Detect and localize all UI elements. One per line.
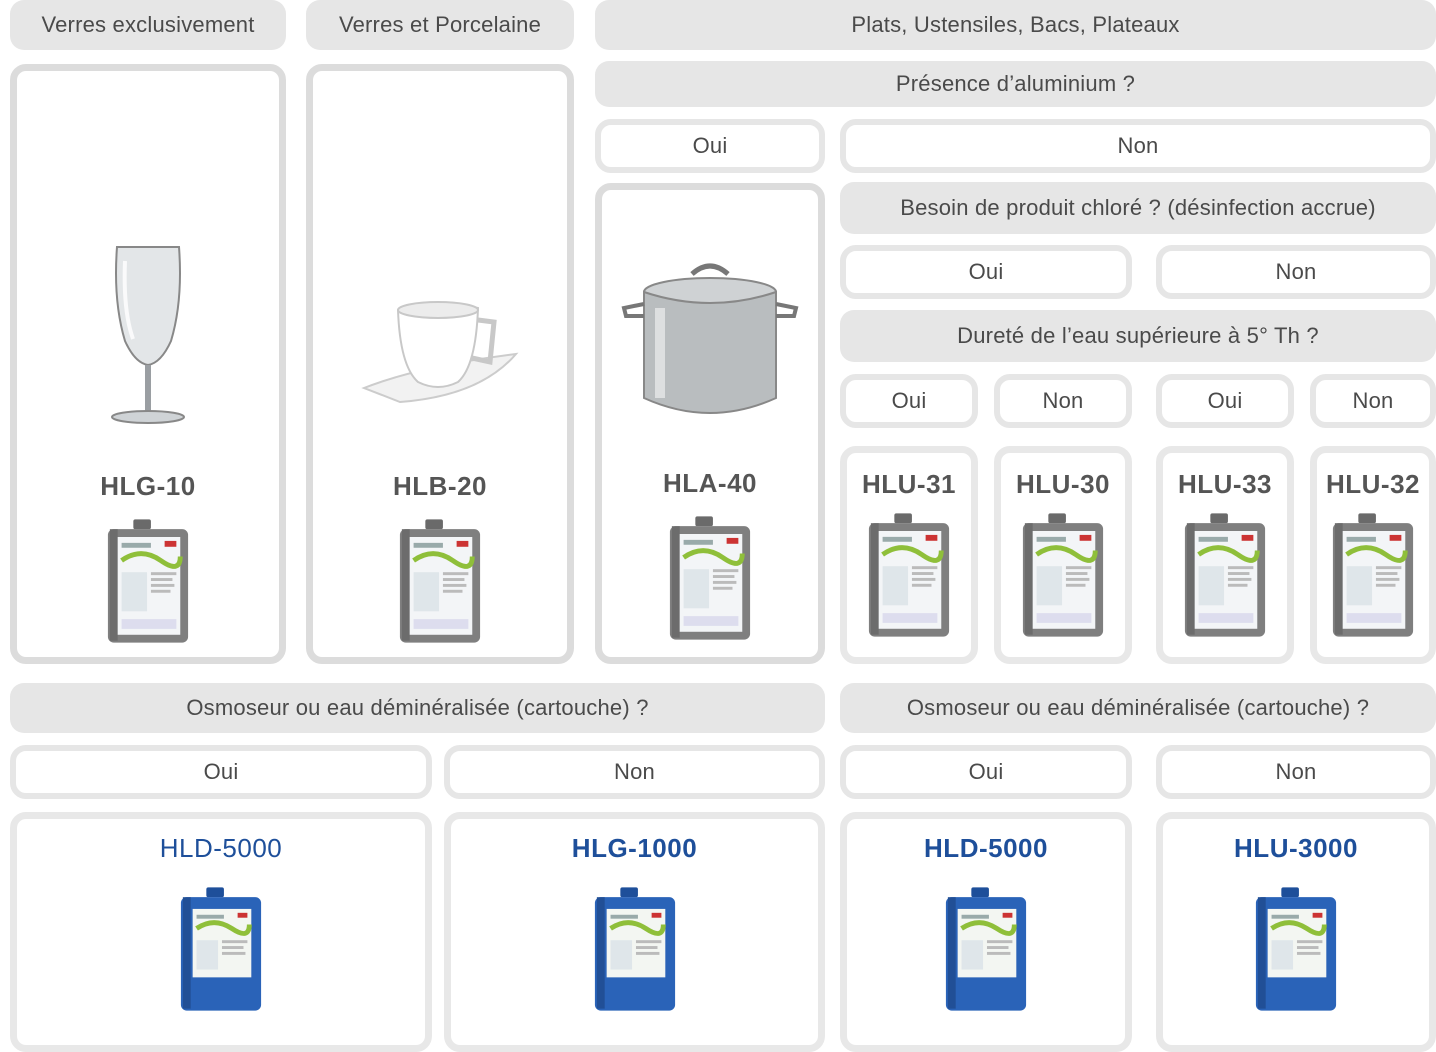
product-code: HLD-5000	[924, 833, 1048, 863]
product-code: HLG-10	[100, 471, 196, 501]
canister-icon	[666, 514, 754, 642]
canister-icon	[104, 517, 192, 645]
product-panel-hlb20: HLB-20	[306, 64, 574, 664]
answer-label: Non	[1352, 388, 1394, 413]
product-panel-hlu30: HLU-30	[994, 446, 1132, 664]
category-label: Verres exclusivement	[41, 12, 255, 37]
product-code: HLU-31	[861, 469, 956, 499]
category-glass-only: Verres exclusivement	[10, 0, 286, 50]
answer-label: Oui	[891, 388, 927, 413]
product-code: HLA-40	[662, 468, 757, 498]
question-osmosis-right: Osmoseur ou eau déminéralisée (cartouche…	[840, 683, 1436, 733]
category-glass-porcelain: Verres et Porcelaine	[306, 0, 574, 50]
product-code: HLG-1000	[571, 833, 698, 863]
answer-hardness-yes-2: Oui	[1156, 374, 1294, 428]
product-panel-hlu33: HLU-33	[1156, 446, 1294, 664]
question-label: Osmoseur ou eau déminéralisée (cartouche…	[186, 695, 649, 720]
question-hardness: Dureté de l’eau supérieure à 5° Th ?	[840, 310, 1436, 362]
answer-hardness-no-2: Non	[1310, 374, 1436, 428]
product-code: HLU-32	[1325, 469, 1420, 499]
canister-icon	[396, 517, 484, 645]
category-label: Verres et Porcelaine	[338, 12, 542, 37]
product-code: HLB-20	[392, 471, 487, 501]
product-panel-hld5000-right: HLD-5000	[840, 812, 1132, 1052]
question-aluminium: Présence d’aluminium ?	[595, 61, 1436, 107]
canister-icon	[177, 883, 265, 1015]
answer-label: Non	[1275, 259, 1317, 284]
product-code: HLU-33	[1177, 469, 1272, 499]
product-code: HLU-3000	[1234, 833, 1358, 863]
product-panel-hlu3000: HLU-3000	[1156, 812, 1436, 1052]
wine-glass-icon	[111, 246, 185, 424]
answer-aluminium-yes: Oui	[595, 119, 825, 173]
question-osmosis-left: Osmoseur ou eau déminéralisée (cartouche…	[10, 683, 825, 733]
product-code: HLD-5000	[159, 833, 283, 863]
answer-osmosis-yes-left: Oui	[10, 745, 432, 799]
canister-icon	[1181, 511, 1269, 639]
product-panel-hlu31: HLU-31	[840, 446, 978, 664]
answer-label: Non	[614, 759, 655, 784]
canister-icon	[1019, 511, 1107, 639]
stock-pot-icon	[621, 263, 799, 414]
product-panel-hld5000-left: HLD-5000	[10, 812, 432, 1052]
category-dishes: Plats, Ustensiles, Bacs, Plateaux	[595, 0, 1436, 50]
question-label: Besoin de produit chloré ? (désinfection…	[900, 195, 1376, 220]
coffee-cup-icon	[361, 301, 519, 404]
product-code: HLU-30	[1015, 469, 1110, 499]
answer-label: Oui	[203, 759, 239, 784]
question-label: Présence d’aluminium ?	[895, 71, 1136, 96]
answer-hardness-no-1: Non	[994, 374, 1132, 428]
answer-label: Oui	[692, 133, 728, 158]
answer-label: Oui	[1207, 388, 1243, 413]
question-label: Osmoseur ou eau déminéralisée (cartouche…	[906, 695, 1370, 720]
question-chlorine: Besoin de produit chloré ? (désinfection…	[840, 182, 1436, 234]
canister-icon	[1252, 883, 1340, 1015]
answer-hardness-yes-1: Oui	[840, 374, 978, 428]
question-label: Dureté de l’eau supérieure à 5° Th ?	[957, 323, 1319, 348]
canister-icon	[1329, 511, 1417, 639]
answer-label: Non	[1117, 133, 1159, 158]
answer-osmosis-no-right: Non	[1156, 745, 1436, 799]
product-panel-hla40: HLA-40	[595, 183, 825, 664]
canister-icon	[942, 883, 1030, 1015]
answer-osmosis-yes-right: Oui	[840, 745, 1132, 799]
answer-label: Oui	[968, 759, 1004, 784]
answer-osmosis-no-left: Non	[444, 745, 825, 799]
product-panel-hlg1000: HLG-1000	[444, 812, 825, 1052]
canister-icon	[591, 883, 679, 1015]
answer-label: Non	[1275, 759, 1317, 784]
answer-chlorine-no: Non	[1156, 245, 1436, 299]
category-label: Plats, Ustensiles, Bacs, Plateaux	[851, 12, 1180, 37]
product-panel-hlg10: HLG-10	[10, 64, 286, 664]
answer-chlorine-yes: Oui	[840, 245, 1132, 299]
answer-aluminium-no: Non	[840, 119, 1436, 173]
canister-icon	[865, 511, 953, 639]
product-panel-hlu32: HLU-32	[1310, 446, 1436, 664]
answer-label: Oui	[968, 259, 1004, 284]
answer-label: Non	[1042, 388, 1084, 413]
